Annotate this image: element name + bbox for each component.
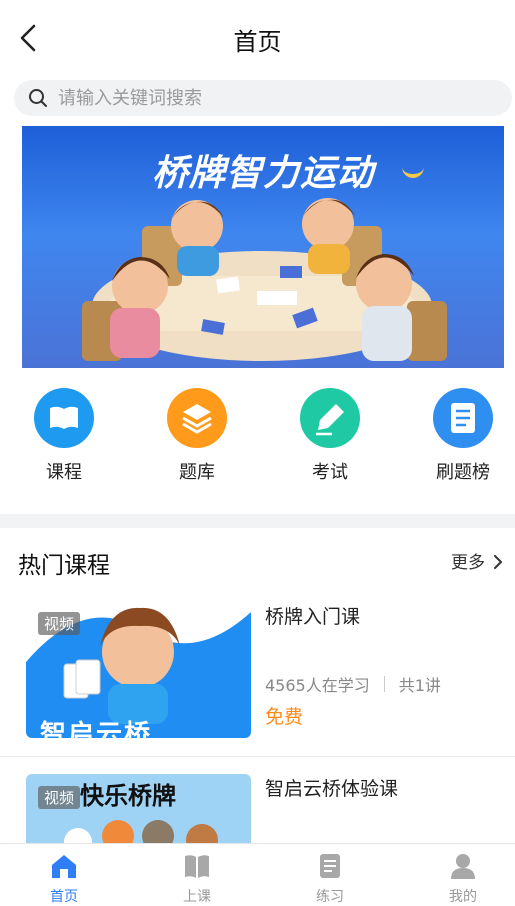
tab-label: 我的 xyxy=(449,889,477,905)
top-bar: 首页 xyxy=(0,0,515,76)
course-title: 智启云桥体验课 xyxy=(265,778,399,800)
chevron-right-icon xyxy=(493,554,503,569)
lesson-count: 共1讲 xyxy=(398,676,441,695)
video-badge: 视频 xyxy=(38,786,81,809)
quick-link-course[interactable]: 课程 xyxy=(19,388,109,484)
more-label: 更多 xyxy=(451,553,485,573)
home-icon xyxy=(49,852,79,880)
course-meta: 4565人在学习 共1讲 xyxy=(265,672,441,696)
video-badge: 视频 xyxy=(38,612,81,635)
section-title: 热门课程 xyxy=(18,553,110,579)
quick-link-label: 课程 xyxy=(46,462,82,483)
quick-link-question-bank[interactable]: 题库 xyxy=(152,388,242,484)
pen-icon xyxy=(300,388,360,448)
user-icon xyxy=(448,852,478,880)
layers-icon xyxy=(167,388,227,448)
course-thumbnail: 快乐桥牌 视频 xyxy=(26,774,251,843)
learner-count: 4565人在学习 xyxy=(265,676,370,695)
meta-separator xyxy=(383,676,385,692)
banner-title: 桥牌智力运动 xyxy=(151,153,374,194)
course-price: 免费 xyxy=(265,706,304,728)
quick-link-label: 刷题榜 xyxy=(436,462,490,483)
course-thumbnail: 智启云桥 视频 xyxy=(26,602,251,738)
quick-link-ranking[interactable]: 刷题榜 xyxy=(418,388,508,484)
row-divider xyxy=(0,756,515,757)
tab-label: 上课 xyxy=(183,889,211,905)
quick-links: 课程 题库 考试 刷题榜 xyxy=(0,388,515,488)
quick-link-exam[interactable]: 考试 xyxy=(285,388,375,484)
quick-link-label: 题库 xyxy=(179,462,215,483)
book-icon xyxy=(34,388,94,448)
banner-carousel[interactable]: 桥牌智力运动 xyxy=(22,126,504,368)
search-input[interactable] xyxy=(58,80,498,116)
tab-label: 练习 xyxy=(316,889,344,905)
course-item[interactable]: 智启云桥 视频 桥牌入门课 4565人在学习 共1讲 免费 xyxy=(0,602,515,742)
tab-mine[interactable]: 我的 xyxy=(423,852,503,906)
tab-practice[interactable]: 练习 xyxy=(290,852,370,906)
quick-link-label: 考试 xyxy=(312,462,348,483)
open-book-icon xyxy=(182,852,212,880)
bottom-tab-bar: 首页 上课 练习 我的 xyxy=(0,843,515,906)
document-icon xyxy=(433,388,493,448)
course-item[interactable]: 快乐桥牌 视频 智启云桥体验课 xyxy=(0,774,515,843)
notes-icon xyxy=(315,852,345,880)
search-icon xyxy=(28,88,48,108)
tab-home[interactable]: 首页 xyxy=(24,852,104,906)
tab-class[interactable]: 上课 xyxy=(157,852,237,906)
more-button[interactable]: 更多 xyxy=(451,548,503,573)
page-title: 首页 xyxy=(233,28,282,56)
tab-label: 首页 xyxy=(50,889,78,905)
search-bar[interactable] xyxy=(14,80,512,116)
course-title: 桥牌入门课 xyxy=(265,606,361,628)
thumbnail-text: 智启云桥 xyxy=(40,720,153,738)
section-divider xyxy=(0,514,515,528)
